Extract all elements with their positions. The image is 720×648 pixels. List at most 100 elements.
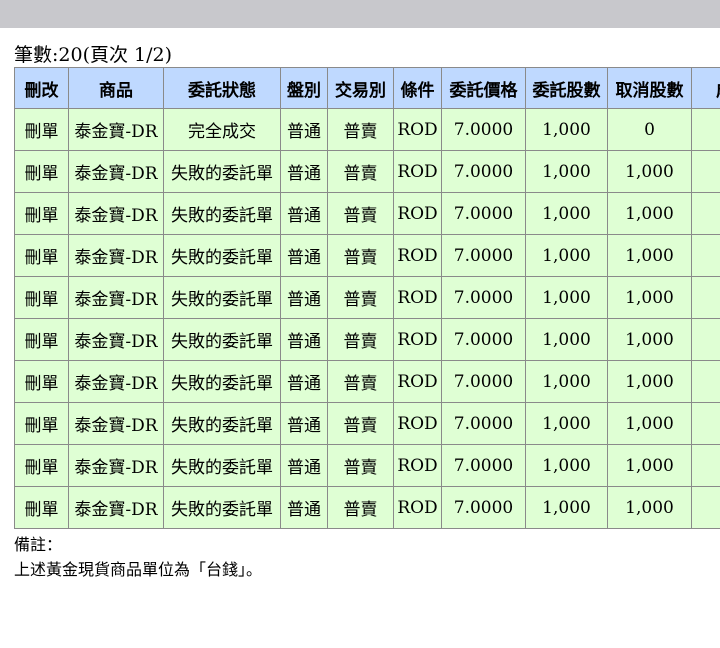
order-status: 完全成交 (163, 108, 281, 151)
product-link[interactable]: 泰金寶-DR (68, 486, 164, 529)
order-price: 7.0000 (441, 444, 526, 487)
order-condition: ROD (393, 192, 442, 235)
order-price: 7.0000 (441, 318, 526, 361)
order-price: 7.0000 (441, 402, 526, 445)
table-row: 刪單 泰金寶-DR 失敗的委託單 普通 普賣 ROD 7.0000 1,000 1,000 (14, 402, 720, 445)
record-count: 筆數:20(頁次 1/2) (14, 44, 173, 66)
header-cancel-qty: 取消股數 (607, 67, 692, 109)
filled-quantity (691, 192, 720, 235)
product-link[interactable]: 泰金寶-DR (68, 318, 164, 361)
notes-text: 上述黃金現貨商品單位為「台錢」。 (14, 560, 263, 579)
order-quantity: 1,000 (525, 192, 608, 235)
board-type: 普通 (280, 402, 328, 445)
delete-order-link: 刪單 (14, 318, 69, 361)
delete-order-link: 刪單 (14, 108, 69, 151)
order-price: 7.0000 (441, 486, 526, 529)
trade-type: 普賣 (327, 150, 394, 193)
product-link[interactable]: 泰金寶-DR (68, 276, 164, 319)
header-status: 委託狀態 (163, 67, 281, 109)
order-condition: ROD (393, 150, 442, 193)
order-quantity: 1,000 (525, 318, 608, 361)
order-quantity: 1,000 (525, 276, 608, 319)
cancel-quantity: 1,000 (607, 318, 692, 361)
trade-type: 普賣 (327, 276, 394, 319)
table-row: 刪單 泰金寶-DR 失敗的委託單 普通 普賣 ROD 7.0000 1,000 1,000 (14, 234, 720, 277)
order-status: 失敗的委託單 (163, 360, 281, 403)
order-quantity: 1,000 (525, 486, 608, 529)
filled-quantity (691, 234, 720, 277)
order-status: 失敗的委託單 (163, 276, 281, 319)
delete-order-link: 刪單 (14, 276, 69, 319)
order-price: 7.0000 (441, 234, 526, 277)
trade-type: 普賣 (327, 234, 394, 277)
order-quantity: 1,000 (525, 108, 608, 151)
header-order-qty: 委託股數 (525, 67, 608, 109)
header-trade-type: 交易別 (327, 67, 394, 109)
table-row: 刪單 泰金寶-DR 失敗的委託單 普通 普賣 ROD 7.0000 1,000 1,000 (14, 444, 720, 487)
order-condition: ROD (393, 360, 442, 403)
delete-order-link: 刪單 (14, 360, 69, 403)
order-price: 7.0000 (441, 108, 526, 151)
order-condition: ROD (393, 402, 442, 445)
product-link[interactable]: 泰金寶-DR (68, 192, 164, 235)
order-price: 7.0000 (441, 150, 526, 193)
trade-type: 普賣 (327, 444, 394, 487)
delete-order-link: 刪單 (14, 486, 69, 529)
trade-type: 普賣 (327, 318, 394, 361)
delete-order-link: 刪單 (14, 192, 69, 235)
header-board: 盤別 (280, 67, 328, 109)
table-row: 刪單 泰金寶-DR 失敗的委託單 普通 普賣 ROD 7.0000 1,000 1,000 (14, 150, 720, 193)
product-link[interactable]: 泰金寶-DR (68, 444, 164, 487)
filled-quantity (691, 276, 720, 319)
header-product: 商品 (68, 67, 164, 109)
table-row: 刪單 泰金寶-DR 失敗的委託單 普通 普賣 ROD 7.0000 1,000 1,000 (14, 486, 720, 529)
orders-table-container[interactable]: 刪改 商品 委託狀態 盤別 交易別 條件 委託價格 委託股數 取消股數 成交 刪… (14, 67, 720, 530)
table-row: 刪單 泰金寶-DR 失敗的委託單 普通 普賣 ROD 7.0000 1,000 1,000 (14, 276, 720, 319)
order-price: 7.0000 (441, 192, 526, 235)
trade-type: 普賣 (327, 402, 394, 445)
board-type: 普通 (280, 108, 328, 151)
orders-table: 刪改 商品 委託狀態 盤別 交易別 條件 委託價格 委託股數 取消股數 成交 刪… (14, 67, 720, 529)
product-link[interactable]: 泰金寶-DR (68, 402, 164, 445)
filled-quantity: 1 (691, 108, 720, 151)
filled-quantity (691, 318, 720, 361)
board-type: 普通 (280, 318, 328, 361)
header-condition: 條件 (393, 67, 442, 109)
order-quantity: 1,000 (525, 360, 608, 403)
trade-type: 普賣 (327, 486, 394, 529)
order-condition: ROD (393, 444, 442, 487)
order-price: 7.0000 (441, 276, 526, 319)
notes-section: 備註： 上述黃金現貨商品單位為「台錢」。 (14, 532, 262, 582)
table-row: 刪單 泰金寶-DR 失敗的委託單 普通 普賣 ROD 7.0000 1,000 1,000 (14, 192, 720, 235)
product-link[interactable]: 泰金寶-DR (68, 150, 164, 193)
cancel-quantity: 1,000 (607, 360, 692, 403)
order-condition: ROD (393, 234, 442, 277)
board-type: 普通 (280, 150, 328, 193)
order-status: 失敗的委託單 (163, 192, 281, 235)
header-filled: 成交 (691, 67, 720, 109)
board-type: 普通 (280, 234, 328, 277)
table-row: 刪單泰金寶-DR完全成交普通普賣ROD7.00001,00001 (14, 108, 720, 151)
notes-label: 備註： (14, 535, 63, 554)
order-quantity: 1,000 (525, 150, 608, 193)
board-type: 普通 (280, 444, 328, 487)
cancel-quantity: 1,000 (607, 150, 692, 193)
delete-order-link: 刪單 (14, 444, 69, 487)
order-status: 失敗的委託單 (163, 486, 281, 529)
filled-quantity (691, 444, 720, 487)
cancel-quantity: 1,000 (607, 276, 692, 319)
board-type: 普通 (280, 192, 328, 235)
order-condition: ROD (393, 276, 442, 319)
order-quantity: 1,000 (525, 402, 608, 445)
product-link[interactable]: 泰金寶-DR (68, 360, 164, 403)
delete-order-link: 刪單 (14, 150, 69, 193)
order-status: 失敗的委託單 (163, 150, 281, 193)
product-link[interactable]: 泰金寶-DR (68, 234, 164, 277)
order-status: 失敗的委託單 (163, 318, 281, 361)
cancel-quantity: 1,000 (607, 192, 692, 235)
board-type: 普通 (280, 276, 328, 319)
browser-top-bar (0, 0, 720, 28)
order-price: 7.0000 (441, 360, 526, 403)
board-type: 普通 (280, 360, 328, 403)
product-link[interactable]: 泰金寶-DR (68, 108, 164, 151)
